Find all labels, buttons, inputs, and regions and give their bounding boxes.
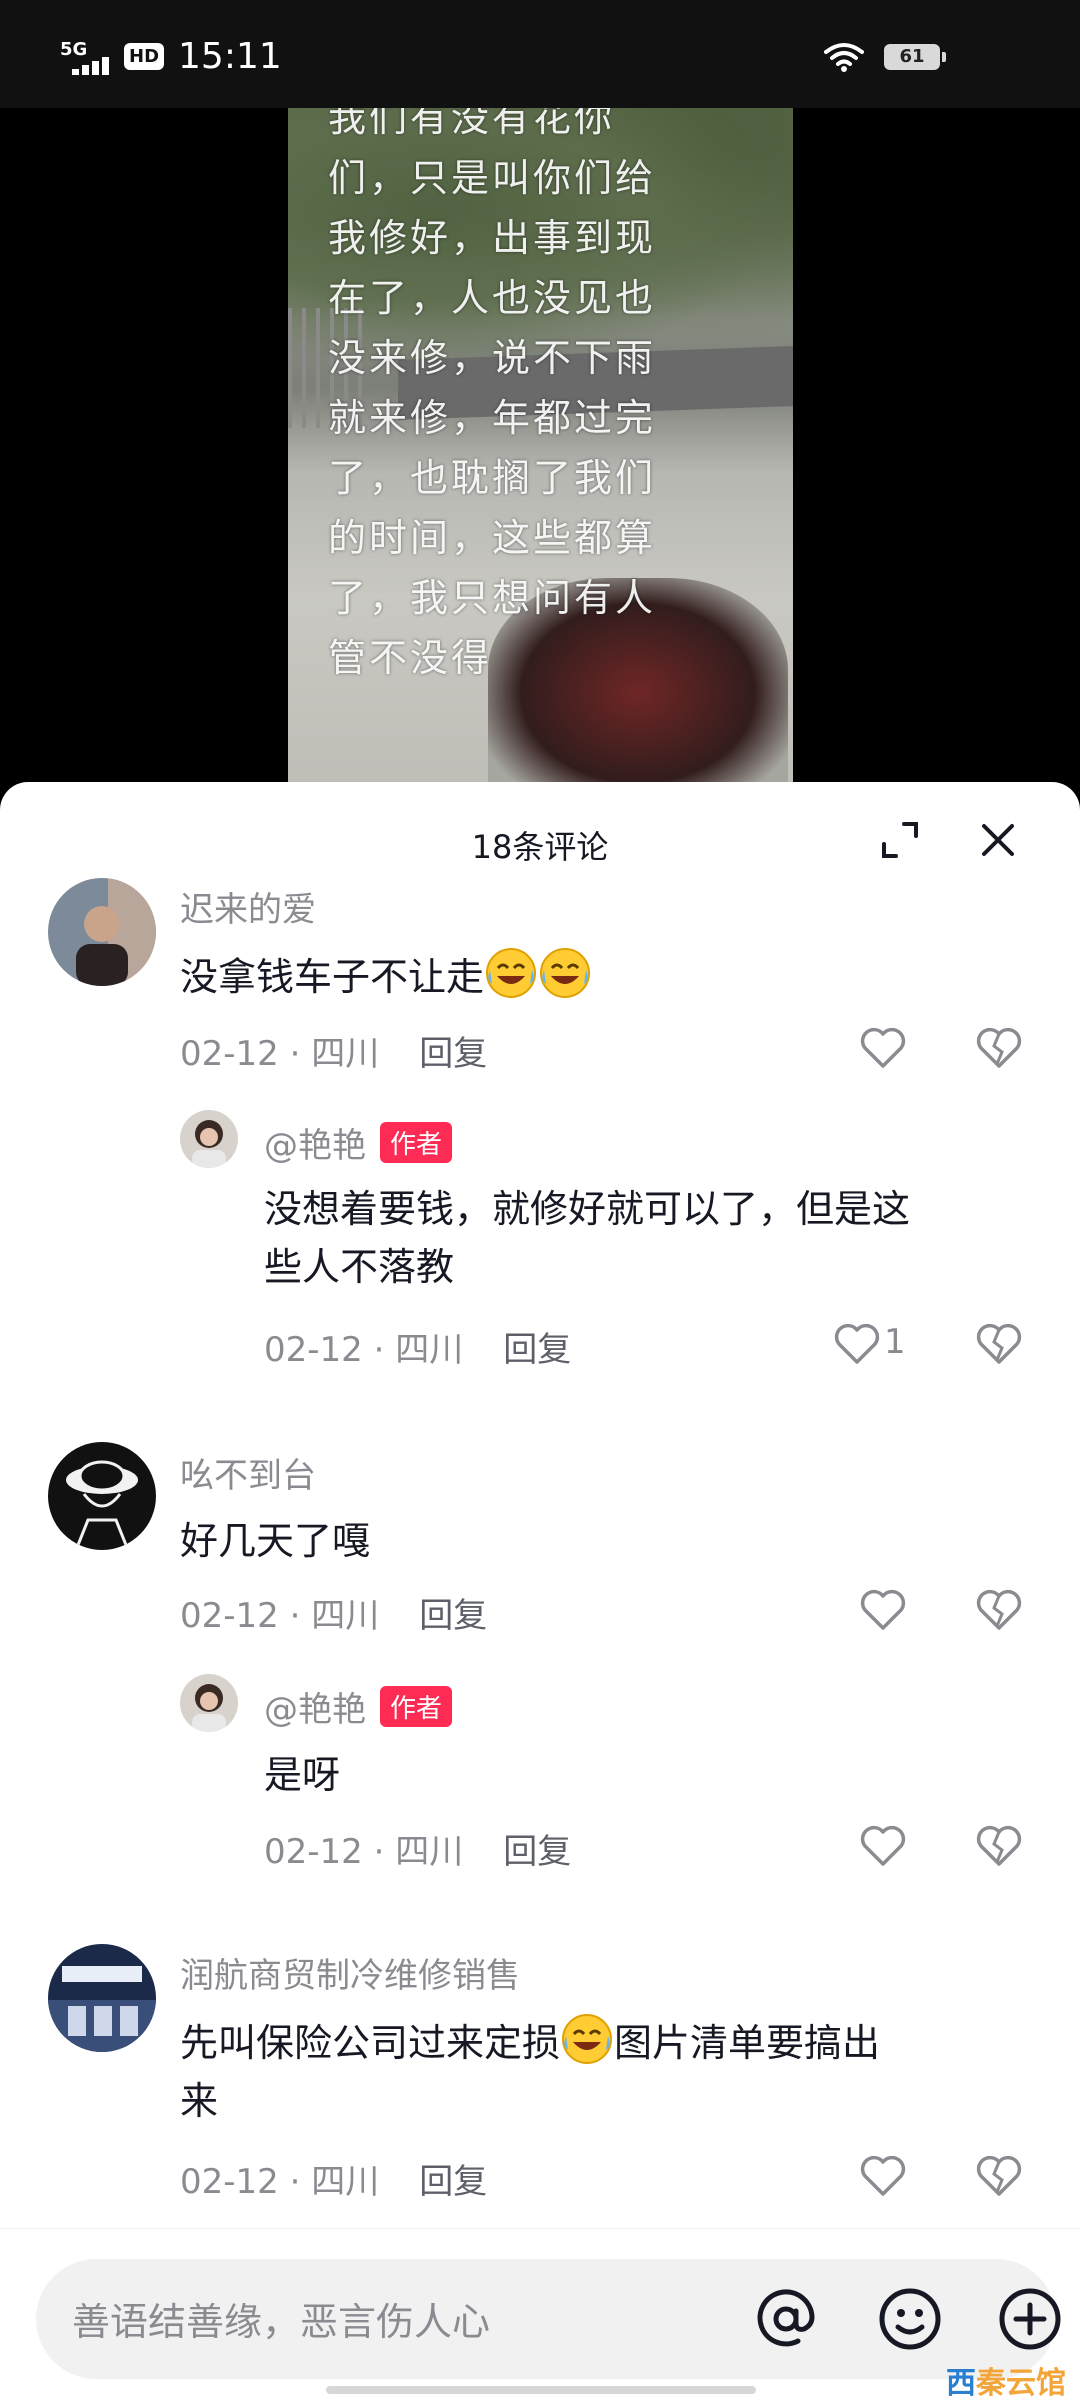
author-badge: 作者 [380,1122,453,1163]
heart-icon[interactable] [860,2154,906,2198]
overlay-line: 我们有没有花你 [328,108,616,140]
overlay-line: 了，也耽搁了我们 [328,456,657,500]
hd-voice-icon: HD [124,43,165,70]
comment-meta: 02-12 · 四川 回复 [180,2162,488,2202]
video-overlay-text: 我们有没有花你 们，只是叫你们给 我修好，出事到现 在了，人也没见也 没来修，说… [328,108,768,688]
wifi-icon [824,43,864,72]
status-time: 15:11 [178,36,282,77]
watermark-logo: 西秦云馆 [946,2358,1066,2400]
comment-meta: 02-12 · 四川 回复 [180,1596,488,1636]
reply-text-line: 些人不落教 [264,1245,455,1289]
emoji-face-icon[interactable] [874,2283,946,2355]
comment-text-content: 没拿钱车子不让走 [180,955,485,999]
comment-username[interactable]: 润航商贸制冷维修销售 [180,1948,520,1997]
comment-text-line: 来 [180,2079,219,2123]
reply-button[interactable]: 回复 [419,1596,487,1636]
reply-username-text[interactable]: @艳艳 [264,1126,366,1166]
comment-username[interactable]: 吆不到台 [180,1448,316,1497]
reply-text: 是呀 [264,1753,341,1797]
overlay-line: 在了，人也没见也 [328,276,657,320]
comment-date: 02-12 [180,2162,279,2202]
comment-text: 好几天了嘎 [180,1519,371,1563]
broken-heart-icon[interactable] [976,2154,1022,2198]
reply-location: 四川 [395,1330,464,1370]
author-badge: 作者 [380,1686,453,1727]
reply-text-line: 没想着要钱，就修好就可以了，但是这 [264,1187,911,1231]
avatar[interactable] [48,1944,156,2052]
close-icon[interactable] [978,820,1018,860]
reply-meta: 02-12 · 四川 回复 [264,1832,572,1872]
comment-input[interactable]: 善语结善缘，恶言伤人心 [36,2259,1061,2379]
laugh-cry-emoji-icon [562,2014,613,2064]
overlay-line: 我修好，出事到现 [328,216,657,260]
video-frame[interactable]: 我们有没有花你 们，只是叫你们给 我修好，出事到现 在了，人也没见也 没来修，说… [288,108,793,808]
heart-icon[interactable] [834,1322,880,1366]
reply-button[interactable]: 回复 [503,1330,571,1370]
overlay-line: 的时间，这些都算 [328,516,657,560]
heart-icon[interactable] [860,1824,906,1868]
laugh-cry-emoji-icon [540,948,591,998]
add-icon[interactable] [994,2283,1066,2355]
reply-date: 02-12 [264,1832,363,1872]
status-left: 5G HD 15:11 [60,36,282,77]
avatar[interactable] [48,878,156,986]
overlay-line: 了，我只想问有人 [328,576,657,620]
comment-text-line: 先叫保险公司过来定损 图片清单要搞出 [180,2012,1040,2072]
comment-date: 02-12 [180,1596,279,1636]
broken-heart-icon[interactable] [976,1026,1022,1070]
reply-meta: 02-12 · 四川 回复 [264,1330,572,1370]
reply-button[interactable]: 回复 [419,1034,487,1074]
broken-heart-icon[interactable] [976,1824,1022,1868]
laugh-cry-emoji-icon [486,948,537,998]
reply-button[interactable]: 回复 [419,2162,487,2202]
avatar[interactable] [180,1110,238,1168]
reply-username[interactable]: @艳艳 作者 [264,1118,453,1167]
reply-location: 四川 [395,1832,464,1872]
heart-icon[interactable] [860,1588,906,1632]
comment-text: 没拿钱车子不让走 [180,946,592,1006]
heart-icon[interactable] [860,1026,906,1070]
comment-input-placeholder[interactable]: 善语结善缘，恶言伤人心 [72,2291,490,2346]
battery-icon: 61 [884,44,946,70]
at-mention-icon[interactable] [750,2283,822,2355]
overlay-line: 就来修，年都过完 [328,396,657,440]
video-player[interactable]: 我们有没有花你 们，只是叫你们给 我修好，出事到现 在了，人也没见也 没来修，说… [0,108,1080,808]
comment-meta: 02-12 · 四川 回复 [180,1034,488,1074]
status-bar: 5G HD 15:11 61 [0,0,1080,108]
comment-location: 四川 [311,1596,380,1636]
overlay-line: 管不没得 [328,636,493,680]
reply-text: 没想着要钱，就修好就可以了，但是这 些人不落教 [264,1180,1044,1296]
comment-text: 先叫保险公司过来定损 图片清单要搞出 来 [180,2012,1040,2130]
comment-date: 02-12 [180,1034,279,1074]
reply-button[interactable]: 回复 [503,1832,571,1872]
cellular-signal-icon: 5G [60,39,110,75]
overlay-line: 没来修，说不下雨 [328,336,657,380]
avatar[interactable] [180,1674,238,1732]
broken-heart-icon[interactable] [976,1588,1022,1632]
watermark-text: 秦云馆 [976,2366,1066,2400]
comment-input-bar: 善语结善缘，恶言伤人心 [0,2228,1080,2400]
broken-heart-icon[interactable] [976,1322,1022,1366]
comment-location: 四川 [311,2162,380,2202]
avatar[interactable] [48,1442,156,1550]
like-count: 1 [884,1322,906,1362]
status-right: 61 [824,42,946,72]
comment-username[interactable]: 迟来的爱 [180,882,316,931]
reply-date: 02-12 [264,1330,363,1370]
comment-text-content: 图片清单要搞出 [614,2021,881,2065]
comment-text-content: 先叫保险公司过来定损 [180,2021,561,2065]
overlay-line: 们，只是叫你们给 [328,156,657,200]
comment-location: 四川 [311,1034,380,1074]
comment-sheet: 18条评论 迟来的爱 没拿钱车子不让走 02-12 · 四川 回复 @艳艳 作者… [0,782,1080,2400]
reply-username[interactable]: @艳艳 作者 [264,1682,453,1731]
watermark-text: 西 [946,2366,976,2400]
reply-username-text[interactable]: @艳艳 [264,1690,366,1730]
expand-icon[interactable] [880,820,920,860]
home-indicator[interactable] [326,2386,756,2394]
